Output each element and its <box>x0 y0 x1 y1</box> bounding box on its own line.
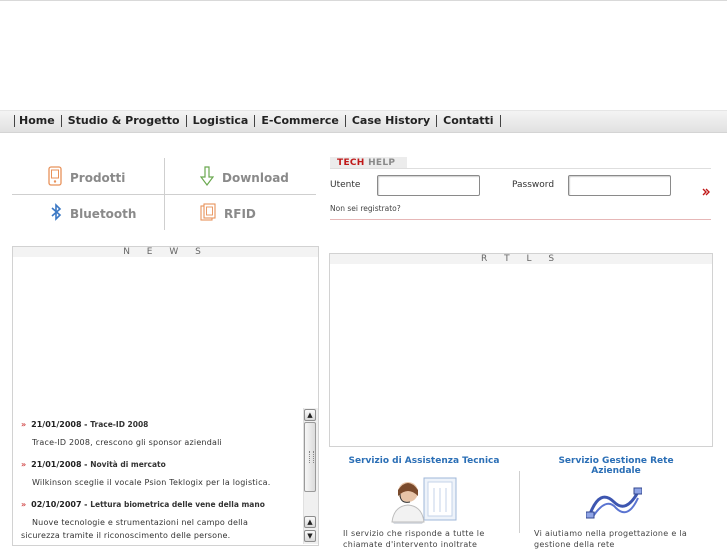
nav-separator <box>344 114 346 127</box>
nav-separator <box>254 114 256 127</box>
nav-item-home[interactable]: Home <box>19 114 55 127</box>
news-body: Wilkinson sceglie il vocale Psion Teklog… <box>32 478 271 487</box>
nav-item-case-history[interactable]: Case History <box>352 114 430 127</box>
quicklinks-divider-horizontal <box>12 194 316 195</box>
news-title: Trace-ID 2008 <box>90 420 149 429</box>
nav-item-contatti[interactable]: Contatti <box>443 114 493 127</box>
news-date: 21/01/2008 <box>31 460 82 469</box>
service-assistenza-title[interactable]: Servizio di Assistenza Tecnica <box>329 456 519 466</box>
grip-icon <box>309 451 314 463</box>
service-assistenza-desc-line1: Il servizio che risponde a tutte le <box>343 529 485 538</box>
login-submit-arrow-icon[interactable] <box>702 181 710 200</box>
support-operator-image[interactable] <box>388 472 460 528</box>
nav-separator <box>185 114 187 127</box>
techhelp-rule <box>330 168 711 169</box>
news-body: Nuove tecnologie e strumentazioni nel ca… <box>32 518 249 527</box>
quicklink-prodotti-label: Prodotti <box>70 170 126 185</box>
nav-separator <box>14 114 15 127</box>
service-rete-title-line1: Servizio Gestione Rete <box>558 456 674 466</box>
triangle-up-icon: ▲ <box>307 518 313 526</box>
news-date: 21/01/2008 <box>31 420 82 429</box>
rtls-panel: R T L S <box>329 253 713 447</box>
rfid-tag-icon <box>200 203 216 224</box>
top-border <box>0 0 727 1</box>
news-body: Trace-ID 2008, crescono gli sponsor azie… <box>32 438 222 447</box>
user-label: Utente <box>330 180 361 190</box>
scroll-thumb[interactable] <box>304 422 316 492</box>
news-item[interactable]: » 21/01/2008 - Novità di mercato <box>21 460 166 469</box>
bluetooth-icon <box>50 203 62 224</box>
triangle-down-icon: ▼ <box>307 532 313 540</box>
service-assistenza-desc: Il servizio che risponde a tutte le chia… <box>343 528 485 550</box>
main-nav: Home Studio & Progetto Logistica E-Comme… <box>14 114 507 127</box>
password-label: Password <box>512 180 555 190</box>
register-link[interactable]: Non sei registrato? <box>330 204 401 213</box>
service-rete-desc: Vi aiutiamo nella progettazione e la ges… <box>534 528 687 550</box>
bullet-icon: » <box>21 500 27 509</box>
techhelp-title-help: HELP <box>368 158 396 168</box>
nav-item-e-commerce[interactable]: E-Commerce <box>261 114 339 127</box>
phone-icon <box>48 166 62 189</box>
news-date: 02/10/2007 <box>31 500 82 509</box>
rtls-header: R T L S <box>330 254 712 264</box>
quicklink-bluetooth-label: Bluetooth <box>70 206 137 221</box>
techhelp-bottom-rule <box>330 219 711 220</box>
quicklink-download-label: Download <box>222 170 289 185</box>
news-item[interactable]: » 02/10/2007 - Lettura biometrica delle v… <box>21 500 265 509</box>
nav-item-logistica[interactable]: Logistica <box>193 114 249 127</box>
techhelp-title-tech: TECH <box>337 158 365 168</box>
network-cable-image[interactable] <box>585 484 643 526</box>
service-rete-desc-line1: Vi aiutiamo nella progettazione e la <box>534 529 688 538</box>
news-header: N E W S <box>13 247 318 257</box>
news-body: sicurezza tramite il riconoscimento dell… <box>21 531 231 540</box>
quicklink-bluetooth[interactable]: Bluetooth <box>50 203 136 224</box>
scroll-up-button[interactable]: ▲ <box>304 409 316 421</box>
scroll-down-button[interactable]: ▼ <box>304 530 316 542</box>
services-divider <box>519 471 520 533</box>
news-item[interactable]: » 21/01/2008 - Trace-ID 2008 <box>21 420 148 429</box>
nav-separator <box>60 114 62 127</box>
quicklink-download[interactable]: Download <box>199 166 289 189</box>
bullet-icon: » <box>21 420 27 429</box>
user-input[interactable] <box>377 175 480 196</box>
nav-item-studio-progetto[interactable]: Studio & Progetto <box>68 114 180 127</box>
quicklink-prodotti[interactable]: Prodotti <box>48 166 125 189</box>
password-input[interactable] <box>568 175 671 196</box>
nav-separator <box>499 114 501 127</box>
service-rete-title[interactable]: Servizio Gestione Rete Aziendale <box>526 456 706 476</box>
quicklink-rfid[interactable]: RFID <box>200 203 256 224</box>
service-rete-title-line2: Aziendale <box>591 466 641 476</box>
news-title: Novità di mercato <box>90 460 166 469</box>
quicklink-rfid-label: RFID <box>224 206 256 221</box>
nav-separator <box>436 114 438 127</box>
triangle-up-icon: ▲ <box>307 411 313 419</box>
news-title: Lettura biometrica delle vene della mano <box>90 500 265 509</box>
download-arrow-icon <box>199 166 215 189</box>
scroll-down-button[interactable]: ▲ <box>304 516 316 528</box>
bullet-icon: » <box>21 460 27 469</box>
